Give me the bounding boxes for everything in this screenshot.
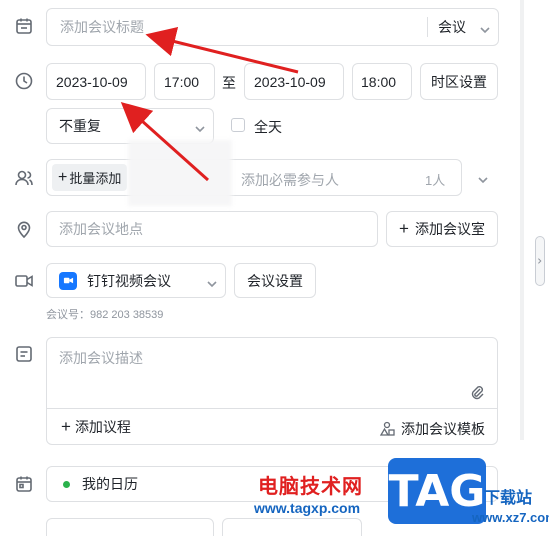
watermark-url: www.tagxp.com xyxy=(254,500,361,516)
watermark-cn: 电脑技术网 xyxy=(258,476,363,498)
arrow-to-title xyxy=(145,27,299,74)
annotation-arrows xyxy=(120,27,299,182)
arrow-to-date xyxy=(120,101,210,182)
tag-sub: 下载站 xyxy=(484,490,533,507)
tag-url2: www.xz7.com xyxy=(472,510,549,525)
